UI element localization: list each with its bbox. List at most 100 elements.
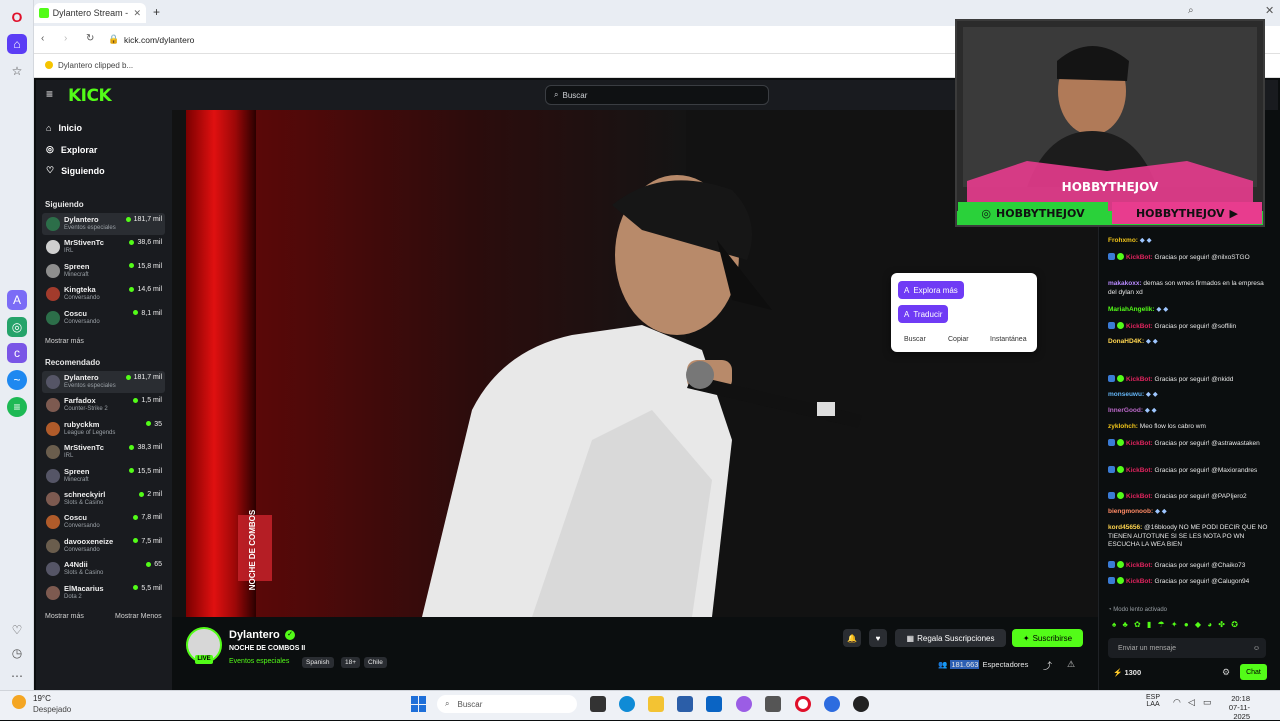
chat-message[interactable]: Frohxmo: ◆ ◆ [1108, 237, 1268, 246]
menu-icon[interactable]: ≡ [46, 87, 53, 101]
edge-icon[interactable] [619, 696, 635, 712]
opera-taskbar-icon[interactable] [795, 696, 811, 712]
following-channel[interactable]: Dylantero Eventos especiales 181,7 mil [42, 213, 165, 235]
app3-icon[interactable] [853, 696, 869, 712]
ctx-copy-button[interactable]: Copiar [948, 336, 969, 343]
chat-username[interactable]: Frohxmo: [1108, 237, 1140, 244]
nav-explorar[interactable]: ◎ Explorar [46, 144, 97, 155]
translate-button[interactable]: A Traducir [898, 305, 949, 323]
new-tab-icon[interactable]: + [153, 5, 160, 19]
tag-18plus[interactable]: 18+ [341, 657, 361, 668]
following-channel[interactable]: Kingteka Conversando 14,6 mil [42, 283, 165, 305]
clock[interactable]: 20:18 07-11-2025 [1218, 694, 1250, 721]
streamer-name[interactable]: Dylantero [229, 629, 280, 641]
chat-message[interactable]: MariahAngelik: ◆ ◆ [1108, 306, 1268, 315]
bookmark-item[interactable]: Dylantero clipped b... [58, 61, 133, 70]
chat-message[interactable]: KickBot: Gracias por seguir! @nkidd [1108, 375, 1268, 385]
chat-username[interactable]: KickBot: [1126, 493, 1155, 500]
pinboard-icon[interactable]: ☆ [7, 61, 27, 81]
weather-icon[interactable] [12, 695, 26, 709]
chat-username[interactable]: MariahAngelik: [1108, 306, 1156, 313]
messenger-icon[interactable]: ~ [7, 370, 27, 390]
language-indicator[interactable]: ESP LAA [1146, 694, 1160, 708]
following-channel[interactable]: Coscu Conversando 8,1 mil [42, 307, 165, 329]
store-icon[interactable] [677, 696, 693, 712]
chat-username[interactable]: kord45656: [1108, 524, 1144, 531]
recommended-channel[interactable]: Coscu Conversando 7,8 mil [42, 511, 165, 533]
chat-username[interactable]: KickBot: [1126, 323, 1155, 330]
report-icon[interactable]: ⚠ [1067, 659, 1075, 670]
chat-settings-icon[interactable]: ⚙ [1222, 667, 1230, 678]
chat-username[interactable]: makakoxx: [1108, 280, 1143, 287]
search-input[interactable]: ⌕ Buscar [545, 85, 769, 105]
outlook-icon[interactable] [706, 696, 722, 712]
task-view-icon[interactable] [590, 696, 606, 712]
chat-message[interactable]: monseuwu: ◆ ◆ [1108, 391, 1268, 400]
subscribe-button[interactable]: ✦ Suscribirse [1012, 629, 1083, 647]
chat-message[interactable]: KickBot: Gracias por seguir! @Calugon94 [1108, 577, 1268, 587]
chat-username[interactable]: zyklohch: [1108, 423, 1140, 430]
chat-message[interactable]: InnerGood: ◆ ◆ [1108, 407, 1268, 416]
aria-icon[interactable]: A [7, 290, 27, 310]
chat-username[interactable]: InnerGood: [1108, 407, 1145, 414]
more-icon[interactable]: ⋯ [7, 666, 27, 686]
recommended-channel[interactable]: Farfadox Counter-Strike 2 1,5 mil [42, 394, 165, 416]
app2-icon[interactable] [824, 696, 840, 712]
emote-row[interactable]: ♠ ♣ ✿ ▮ ☂ ✦ ● ◆ ◕ ✤ ✪ [1112, 620, 1268, 634]
chat-input[interactable]: Enviar un mensaje ☺ [1108, 638, 1266, 658]
file-explorer-icon[interactable] [648, 696, 664, 712]
chat-username[interactable]: KickBot: [1126, 562, 1155, 569]
browser-tab[interactable]: Dylantero Stream - W ✕ [34, 3, 146, 23]
url-text[interactable]: kick.com/dylantero [124, 35, 194, 45]
chatgpt-icon[interactable]: ◎ [7, 317, 27, 337]
taskbar-search[interactable]: ⌕ Buscar [437, 695, 577, 713]
chat-message[interactable]: KickBot: Gracias por seguir! @PAPIjero2 [1108, 492, 1268, 502]
chat-username[interactable]: KickBot: [1126, 578, 1155, 585]
share-icon[interactable]: ⤴ [1043, 659, 1052, 672]
chat-username[interactable]: KickBot: [1126, 376, 1155, 383]
ctx-snapshot-button[interactable]: Instantánea [990, 336, 1027, 343]
chat-message[interactable]: KickBot: Gracias por seguir! @astrawasta… [1108, 439, 1268, 449]
recommended-channel[interactable]: schneckyirl Slots & Casino 2 mil [42, 488, 165, 510]
following-channel[interactable]: Spreen Minecraft 15,8 mil [42, 260, 165, 282]
reload-icon[interactable]: ↻ [86, 33, 94, 44]
search-tabs-icon[interactable]: ⌕ [1188, 5, 1194, 16]
recommended-channel[interactable]: rubyckkm League of Legends 35 [42, 418, 165, 440]
battery-icon[interactable]: ▭ [1203, 697, 1212, 708]
volume-icon[interactable]: ◁ [1188, 697, 1195, 708]
window-close-icon[interactable]: ✕ [1265, 4, 1274, 17]
tab-close-icon[interactable]: ✕ [133, 8, 141, 19]
emoji-picker-icon[interactable]: ☺ [1253, 645, 1260, 652]
chat-message[interactable]: KickBot: Gracias por seguir! @Chaiko73 [1108, 561, 1268, 571]
forward-icon[interactable]: › [64, 33, 67, 44]
tag-spanish[interactable]: Spanish [302, 657, 334, 668]
ctx-search-button[interactable]: Buscar [904, 336, 926, 343]
channel-points[interactable]: ⚡ 1300 [1113, 668, 1141, 677]
chat-message[interactable]: kord45656: @16bloody NO ME PODI DECIR QU… [1108, 524, 1268, 550]
nav-inicio[interactable]: ⌂ Inicio [46, 123, 82, 133]
chat-message[interactable]: KickBot: Gracias por seguir! @nilxoSTGO [1108, 253, 1268, 263]
notification-bell-icon[interactable]: 🔔 [843, 629, 861, 647]
follow-heart-icon[interactable]: ♥ [869, 629, 887, 647]
explore-more-button[interactable]: A Explora más [898, 281, 964, 299]
gift-subs-button[interactable]: ▦ Regala Suscripciones [895, 629, 1006, 647]
chat-username[interactable]: KickBot: [1126, 467, 1155, 474]
chat-message[interactable]: zyklohch: Meo flow los cabro wm [1108, 423, 1268, 432]
app-icon[interactable] [765, 696, 781, 712]
cs-icon[interactable]: c [7, 343, 27, 363]
chat-username[interactable]: KickBot: [1126, 254, 1155, 261]
recommended-channel[interactable]: Spreen Minecraft 15,5 mil [42, 465, 165, 487]
chat-send-button[interactable]: Chat [1240, 664, 1267, 680]
opera-logo-icon[interactable]: O [7, 7, 27, 27]
chat-username[interactable]: monseuwu: [1108, 391, 1146, 398]
chat-username[interactable]: biengmonoob: [1108, 508, 1155, 515]
chat-message[interactable]: biengmonoob: ◆ ◆ [1108, 508, 1268, 517]
heart-icon[interactable]: ♡ [7, 620, 27, 640]
chat-message[interactable]: makakoxx: demas son wmes firmados en la … [1108, 280, 1268, 297]
show-less-recommended[interactable]: Mostrar Menos [115, 613, 162, 620]
chat-username[interactable]: KickBot: [1126, 440, 1155, 447]
spotify-icon[interactable]: ≡ [7, 397, 27, 417]
recommended-channel[interactable]: ElMacarius Dota 2 5,5 mil [42, 582, 165, 604]
windows-start-icon[interactable] [411, 696, 427, 712]
recommended-channel[interactable]: davooxeneize Conversando 7,5 mil [42, 535, 165, 557]
